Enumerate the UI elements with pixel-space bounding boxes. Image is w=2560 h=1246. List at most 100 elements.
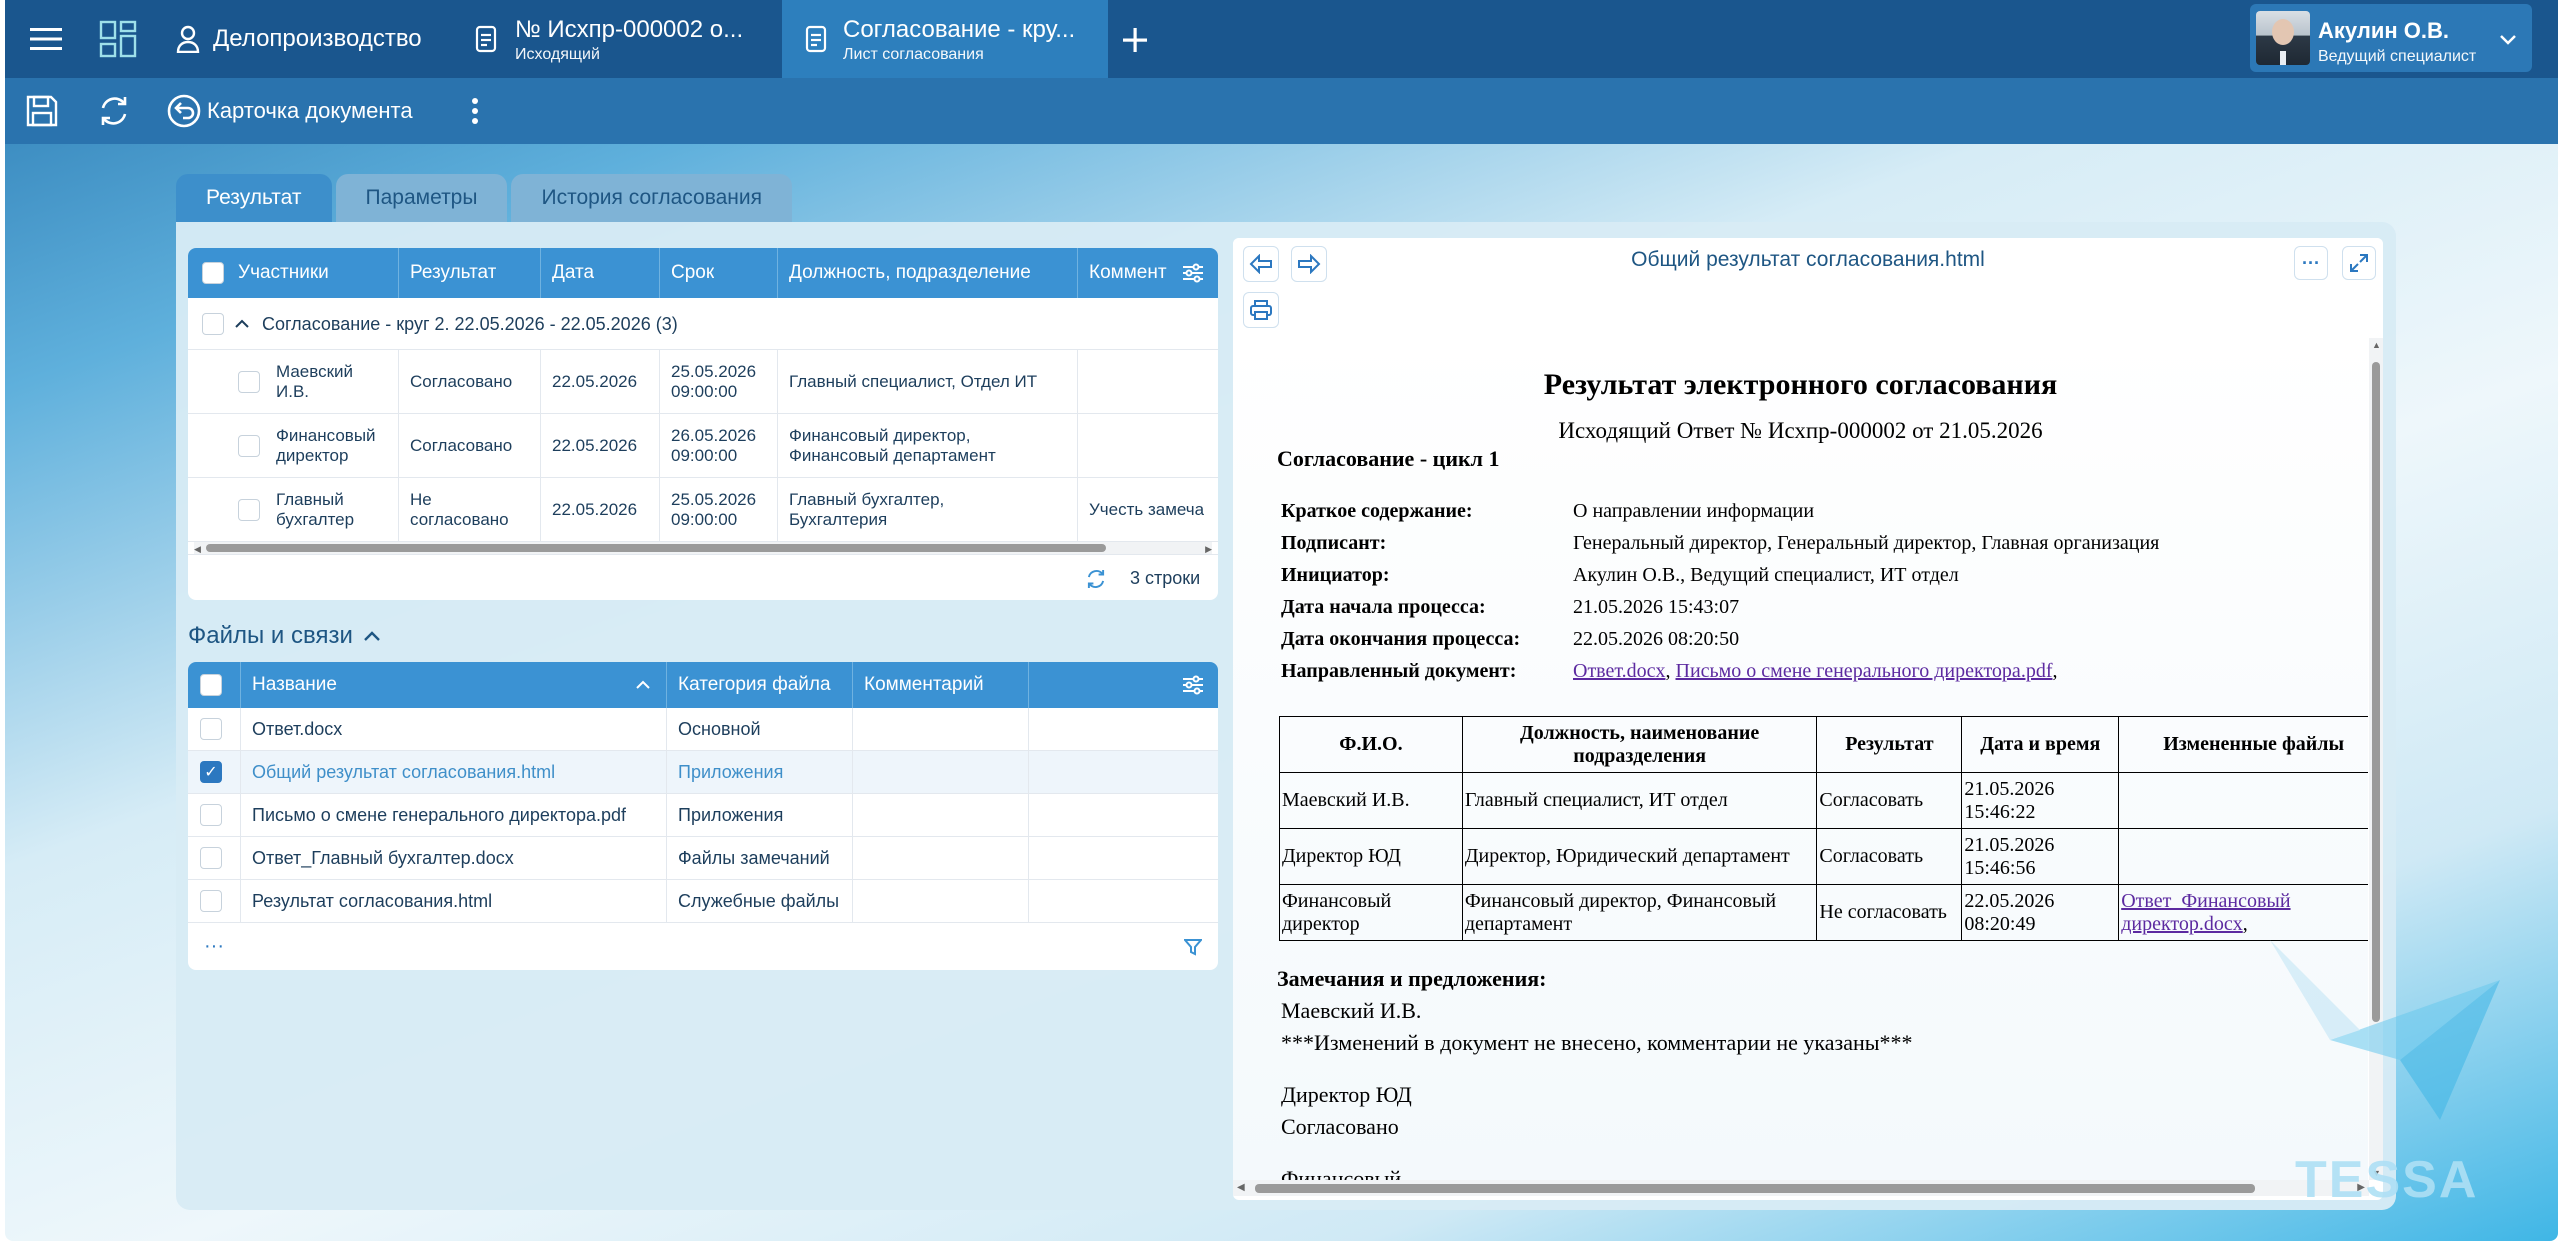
more-vertical-icon[interactable]	[460, 92, 490, 130]
tab-subtitle: Лист согласования	[843, 46, 984, 63]
participant-date: 22.05.2026	[552, 436, 638, 455]
col-date[interactable]: Дата	[552, 248, 594, 298]
print-icon[interactable]	[1243, 292, 1279, 328]
approver-datetime: 21.05.2026 15:46:56	[1961, 828, 2120, 885]
participant-name: Главный бухгалтер	[276, 490, 355, 529]
tab-result[interactable]: Результат	[176, 174, 332, 222]
doc-link[interactable]: Письмо о смене генерального директора.pd…	[1676, 660, 2053, 682]
more-horizontal-icon[interactable]: ···	[2294, 246, 2328, 280]
tab-parameters[interactable]: Параметры	[335, 174, 508, 222]
approver-result: Согласовать	[1816, 772, 1963, 829]
file-row[interactable]: ✓ Общий результат согласования.html Прилож…	[188, 751, 1218, 794]
horizontal-scrollbar[interactable]: ◀ ▶	[1233, 1180, 2369, 1196]
save-icon[interactable]	[23, 92, 61, 130]
group-checkbox[interactable]	[202, 313, 224, 335]
row-checkbox[interactable]	[200, 847, 222, 869]
participants-grid: Участники Результат Дата Срок Должность,…	[188, 248, 1218, 600]
approver-position: Главный специалист, ИТ отдел	[1461, 772, 1818, 829]
chevron-up-icon[interactable]	[232, 314, 252, 334]
field-value: 22.05.2026 08:20:50	[1573, 628, 1740, 650]
doc-cycle: Согласование - цикл 1	[1277, 446, 1500, 471]
col-participants[interactable]: Участники	[238, 248, 329, 298]
refresh-icon[interactable]	[95, 92, 133, 130]
col-name[interactable]: Название	[252, 662, 337, 708]
card-label: Карточка документа	[207, 98, 413, 123]
approver-row: Маевский И.В. Главный специалист, ИТ отде…	[1279, 772, 2368, 829]
file-row[interactable]: Письмо о смене генерального директора.pd…	[188, 794, 1218, 837]
more-button[interactable]: ···	[204, 926, 224, 966]
plus-icon[interactable]	[1117, 22, 1153, 58]
tab-outgoing[interactable]: № Исхпр-000002 о... Исходящий	[452, 0, 782, 78]
col-due[interactable]: Срок	[671, 248, 714, 298]
workspace-icon[interactable]	[97, 18, 139, 60]
th-position: Должность, наименование подразделения	[1461, 716, 1818, 773]
hamburger-icon[interactable]	[27, 20, 65, 58]
document-icon	[804, 24, 828, 54]
document-card-button[interactable]: Карточка документа	[165, 92, 413, 130]
column-settings-icon[interactable]	[1180, 672, 1206, 698]
row-checkbox[interactable]	[200, 718, 222, 740]
remark-text: ***Изменений в документ не внесено, комм…	[1281, 1030, 1913, 1055]
file-name[interactable]: Результат согласования.html	[252, 880, 492, 923]
tab-title: Согласование - кру...	[843, 16, 1076, 43]
toolbar: Карточка документа	[5, 78, 2558, 144]
file-name[interactable]: Ответ.docx	[252, 708, 342, 751]
row-checkbox[interactable]	[200, 890, 222, 912]
document-icon	[474, 24, 498, 54]
approver-files	[2118, 772, 2368, 829]
files-title: Файлы и связи	[188, 622, 353, 649]
sent-links: Ответ.docx, Письмо о смене генерального …	[1573, 660, 2058, 682]
th-datetime: Дата и время	[1961, 716, 2120, 773]
file-row[interactable]: Ответ_Главный бухгалтер.docx Файлы замеча…	[188, 837, 1218, 880]
file-name[interactable]: Письмо о смене генерального директора.pd…	[252, 794, 626, 837]
approver-result: Не согласовать	[1816, 884, 1963, 941]
refresh-icon[interactable]	[1084, 567, 1108, 591]
row-checkbox[interactable]	[238, 435, 260, 457]
file-name[interactable]: Ответ_Главный бухгалтер.docx	[252, 837, 514, 880]
participant-date: 22.05.2026	[552, 372, 638, 391]
participant-due: 26.05.2026 09:00:00	[671, 426, 757, 465]
section-nav[interactable]: Делопроизводство	[175, 0, 422, 78]
select-all-checkbox[interactable]	[202, 262, 224, 284]
col-category[interactable]: Категория файла	[678, 662, 831, 708]
group-row[interactable]: Согласование - круг 2. 22.05.2026 - 22.0…	[188, 298, 1218, 350]
approver-row: Финансовый директор Финансовый директор, …	[1279, 884, 2368, 941]
approver-result: Согласовать	[1816, 828, 1963, 885]
sort-asc-icon[interactable]	[634, 676, 652, 694]
approver-position: Директор, Юридический департамент	[1461, 828, 1818, 885]
participant-result: Согласовано	[410, 372, 513, 391]
participant-name: Финансовый директор	[276, 426, 376, 465]
row-checkbox[interactable]	[200, 804, 222, 826]
tessa-logo: TESSA	[2295, 1151, 2479, 1209]
tab-history[interactable]: История согласования	[511, 174, 792, 222]
select-all-checkbox[interactable]	[200, 674, 222, 696]
file-row[interactable]: Ответ.docx Основной	[188, 708, 1218, 751]
tab-approval[interactable]: Согласование - кру... Лист согласования	[782, 0, 1108, 78]
file-category: Служебные файлы	[678, 891, 840, 911]
table-row[interactable]: Главный бухгалтер Не согласовано 22.05.2026 2…	[188, 478, 1218, 542]
filter-icon[interactable]	[1182, 936, 1204, 958]
row-checkbox[interactable]	[238, 499, 260, 521]
row-checkbox[interactable]	[238, 371, 260, 393]
expand-icon[interactable]	[2342, 246, 2376, 280]
col-position[interactable]: Должность, подразделение	[789, 248, 1031, 298]
approver-fio: Маевский И.В.	[1279, 772, 1463, 829]
column-settings-icon[interactable]	[1180, 260, 1206, 286]
table-row[interactable]: Финансовый директор Согласовано 22.05.2026 2…	[188, 414, 1218, 478]
file-row[interactable]: Результат согласования.html Служебные фай…	[188, 880, 1218, 923]
file-name[interactable]: Общий результат согласования.html	[252, 751, 555, 794]
participant-result: Согласовано	[410, 436, 513, 455]
files-footer: ···	[188, 926, 1218, 970]
col-comment[interactable]: Комментарий	[864, 662, 984, 708]
col-comment[interactable]: Коммент	[1089, 248, 1167, 298]
files-heading[interactable]: Файлы и связи	[188, 622, 381, 650]
approver-row: Директор ЮД Директор, Юридический департа…	[1279, 828, 2368, 885]
col-result[interactable]: Результат	[410, 248, 496, 298]
horizontal-scrollbar[interactable]: ◀ ▶	[194, 542, 1212, 554]
table-row[interactable]: Маевский И.В. Согласовано 22.05.2026 25.05.2…	[188, 350, 1218, 414]
user-menu[interactable]: Акулин О.В. Ведущий специалист	[2250, 4, 2532, 72]
row-checkbox[interactable]: ✓	[200, 761, 222, 783]
participant-date: 22.05.2026	[552, 500, 638, 519]
doc-link[interactable]: Ответ.docx	[1573, 660, 1666, 682]
approver-fio: Финансовый директор	[1279, 884, 1463, 941]
